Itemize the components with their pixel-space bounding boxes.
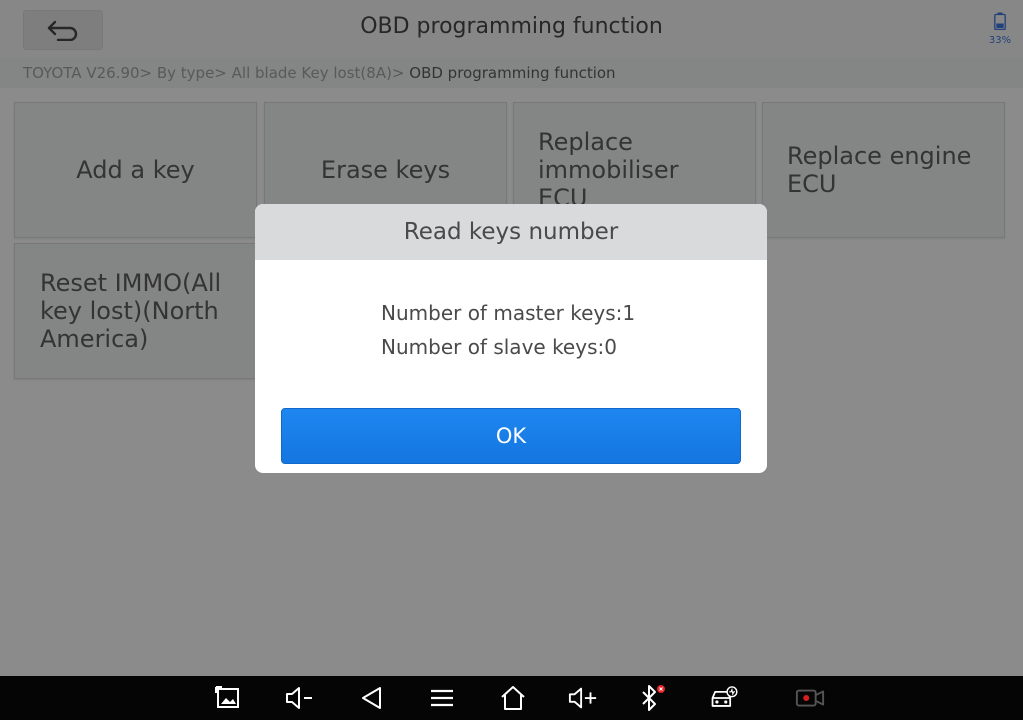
dialog-message: Number of master keys:1 Number of slave … bbox=[381, 296, 635, 364]
system-nav-bar bbox=[0, 676, 1023, 720]
menu-icon[interactable] bbox=[427, 684, 457, 712]
back-icon[interactable] bbox=[357, 684, 387, 712]
app-screen: OBD programming function 33% TOYOTA V26.… bbox=[0, 0, 1023, 676]
screenshot-icon[interactable] bbox=[213, 684, 243, 712]
read-keys-dialog: Read keys number Number of master keys:1… bbox=[255, 204, 767, 473]
car-diagnostic-icon[interactable] bbox=[709, 684, 739, 712]
volume-down-icon[interactable] bbox=[284, 684, 314, 712]
bluetooth-icon[interactable] bbox=[637, 684, 667, 712]
dialog-title: Read keys number bbox=[255, 204, 767, 260]
master-keys-count: Number of master keys:1 bbox=[381, 301, 636, 325]
ok-button[interactable]: OK bbox=[281, 408, 741, 464]
slave-keys-count: Number of slave keys:0 bbox=[381, 335, 617, 359]
home-icon[interactable] bbox=[498, 684, 528, 712]
screen-record-icon[interactable] bbox=[795, 684, 825, 712]
volume-up-icon[interactable] bbox=[568, 684, 598, 712]
